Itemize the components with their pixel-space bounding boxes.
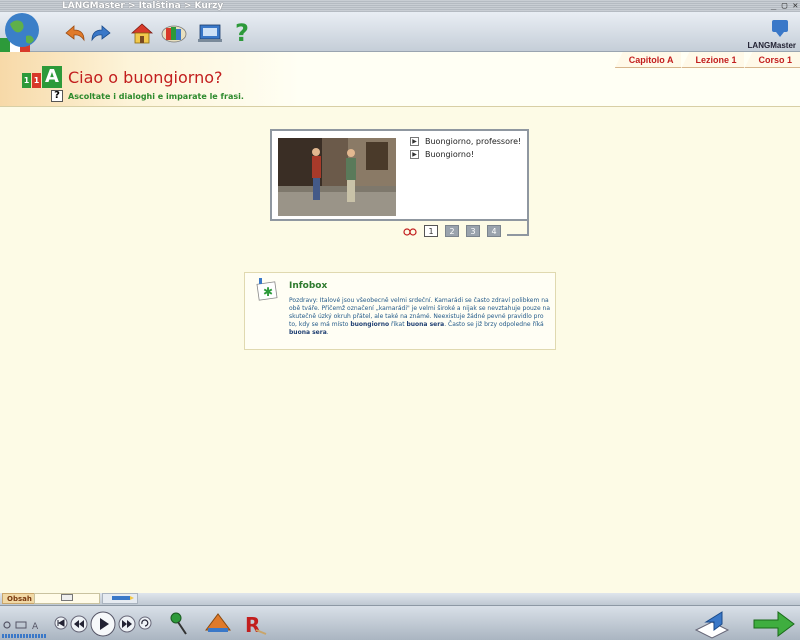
pronunciation-icon[interactable] xyxy=(204,610,232,636)
next-page-arrow-icon[interactable] xyxy=(752,610,796,638)
play-icon[interactable] xyxy=(90,611,116,637)
level-digit-2: 1 xyxy=(32,73,41,88)
help-button[interactable]: ? xyxy=(229,19,255,47)
svg-text:A: A xyxy=(32,622,39,632)
forward-arrow-icon xyxy=(91,25,111,42)
level-letter: A xyxy=(42,66,62,88)
title-bar: LANGMaster > Italština > Kurzy _ ▢ ✕ xyxy=(0,0,800,12)
back-button[interactable] xyxy=(62,20,88,46)
volume-meter[interactable] xyxy=(2,634,46,638)
dictionary-icon xyxy=(198,24,222,42)
infobox-title: Infobox xyxy=(289,281,328,291)
help-icon: ? xyxy=(235,19,249,47)
dialogue-line[interactable]: ▶ Buongiorno! xyxy=(410,150,521,159)
dictionary-button[interactable] xyxy=(197,20,223,46)
pen-tab[interactable] xyxy=(102,593,138,604)
crumb-lesson[interactable]: Lezione 1 xyxy=(681,52,745,68)
page-subtitle: Ascoltate i dialoghi e imparate le frasi… xyxy=(68,92,244,101)
pen-icon xyxy=(112,596,134,600)
breadcrumb: Capitolo A Lezione 1 Corso 1 xyxy=(614,52,800,68)
langmaster-logo: LANGMaster xyxy=(748,16,796,50)
dialogue-pager: 1 2 3 4 xyxy=(403,225,501,237)
page-button-1[interactable]: 1 xyxy=(424,225,438,237)
page-button-2[interactable]: 2 xyxy=(445,225,459,237)
pager-connector xyxy=(507,219,529,236)
svg-text:✱: ✱ xyxy=(263,285,273,299)
bottom-tabs: Obsah xyxy=(0,593,800,605)
page-button-4[interactable]: 4 xyxy=(487,225,501,237)
notepad-icon xyxy=(61,594,73,601)
toolbar: ? LANGMaster xyxy=(0,12,800,64)
notes-tab[interactable] xyxy=(34,593,100,604)
skip-start-icon[interactable] xyxy=(54,616,68,630)
record-microphone-icon[interactable] xyxy=(166,610,192,636)
books-button[interactable] xyxy=(161,20,187,46)
back-arrow-icon xyxy=(65,25,85,42)
dialogue-line[interactable]: ▶ Buongiorno, professore! xyxy=(410,137,521,146)
replay-r-icon[interactable]: R xyxy=(242,612,268,636)
play-sound-icon[interactable]: ▶ xyxy=(410,150,419,159)
infobox-icon: ✱ xyxy=(256,278,278,301)
page-button-3[interactable]: 3 xyxy=(466,225,480,237)
fast-forward-icon[interactable] xyxy=(118,615,136,633)
dialogue-line-text: Buongiorno! xyxy=(425,150,475,159)
infobox-text: Pozdravy: Italové jsou všeobecně velmi s… xyxy=(289,297,551,336)
contents-tab[interactable]: Obsah xyxy=(2,593,37,604)
dialogue-lines: ▶ Buongiorno, professore! ▶ Buongiorno! xyxy=(410,137,521,163)
rewind-icon[interactable] xyxy=(70,615,88,633)
window-controls[interactable]: _ ▢ ✕ xyxy=(771,0,798,12)
home-button[interactable] xyxy=(129,20,155,46)
forward-button[interactable] xyxy=(88,20,114,46)
instruction-help-icon[interactable]: ? xyxy=(51,90,63,102)
crumb-chapter[interactable]: Capitolo A xyxy=(614,52,682,68)
dialogue-panel: ▶ Buongiorno, professore! ▶ Buongiorno! xyxy=(270,129,529,221)
dialogue-line-text: Buongiorno, professore! xyxy=(425,137,522,146)
books-icon xyxy=(161,25,187,43)
repeat-icon[interactable] xyxy=(138,616,152,630)
back-page-icon[interactable] xyxy=(692,608,732,640)
infobox: ✱ Infobox Pozdravy: Italové jsou všeobec… xyxy=(244,272,556,350)
dialogue-photo xyxy=(278,138,396,216)
bottom-bar: A R xyxy=(0,605,800,640)
page-title: Ciao o buongiorno? xyxy=(68,68,223,87)
logo-text: LANGMaster xyxy=(747,41,796,50)
settings-icons[interactable]: A xyxy=(2,618,46,632)
glasses-icon[interactable] xyxy=(403,226,417,236)
svg-text:R: R xyxy=(245,613,260,636)
window-breadcrumb: LANGMaster > Italština > Kurzy xyxy=(62,1,224,11)
level-badge: 1 1 A xyxy=(22,66,62,88)
crumb-course[interactable]: Corso 1 xyxy=(744,52,800,68)
play-sound-icon[interactable]: ▶ xyxy=(410,137,419,146)
home-icon xyxy=(130,23,154,44)
langmaster-logo-icon xyxy=(772,20,788,37)
level-digit-1: 1 xyxy=(22,73,31,88)
